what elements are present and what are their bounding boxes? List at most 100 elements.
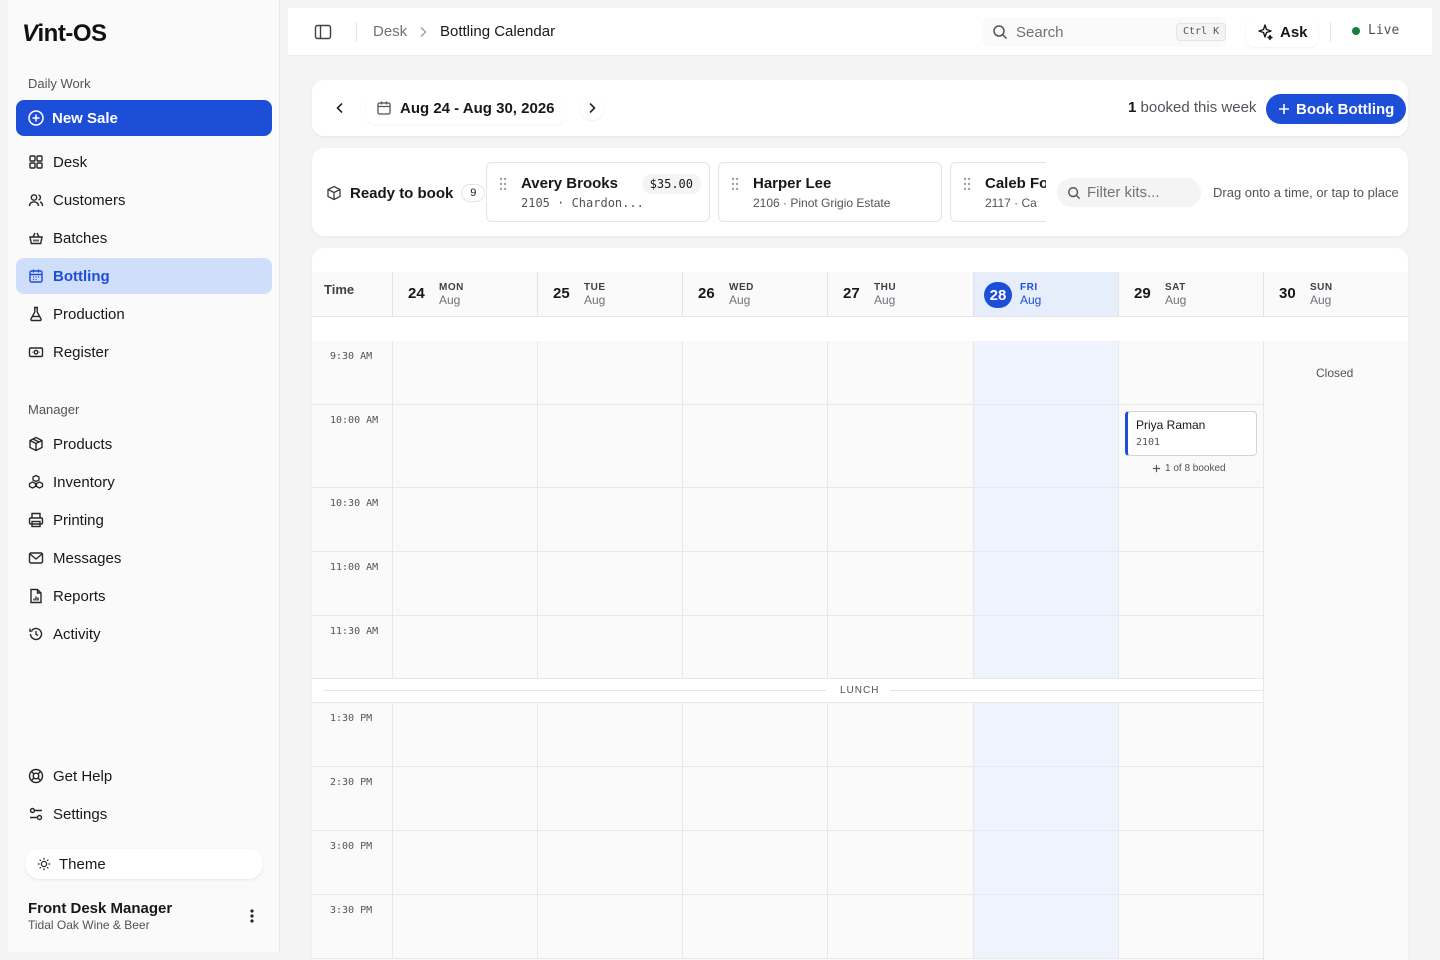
sidebar-item-desk[interactable]: Desk [16,144,272,180]
kit-card[interactable]: Harper Lee 2106 · Pinot Grigio Estate [718,162,942,222]
day-header-tue[interactable]: 25 TUE Aug [537,272,682,316]
slot-cell[interactable] [973,703,1118,766]
slot-cell[interactable] [392,616,537,678]
slot-cell[interactable] [1118,895,1263,958]
slot-cell[interactable] [973,616,1118,678]
slot-cell[interactable] [682,703,827,766]
slot-cell[interactable] [537,405,682,487]
slot-cell[interactable] [827,831,972,894]
sidebar-item-reports[interactable]: Reports [16,578,272,614]
slot-cell[interactable] [827,703,972,766]
drag-handle-icon[interactable] [731,177,739,191]
slot-cell[interactable] [973,488,1118,551]
sidebar-item-activity[interactable]: Activity [16,616,272,652]
slot-cell[interactable] [1118,703,1263,766]
week-range-picker[interactable]: Aug 24 - Aug 30, 2026 [366,92,565,124]
sidebar-toggle-icon[interactable] [314,24,332,40]
drag-handle-icon[interactable] [963,177,971,191]
grid-icon [29,155,43,169]
slot-cell[interactable] [537,703,682,766]
slot-cell[interactable] [537,616,682,678]
app-logo[interactable]: Vint-OS [22,20,107,48]
slot-cell[interactable] [392,703,537,766]
slot-cell[interactable] [682,488,827,551]
slot-cell[interactable] [1118,341,1263,404]
slot-cell[interactable] [1118,552,1263,615]
slot-cell[interactable] [537,895,682,958]
slot-cell[interactable] [682,831,827,894]
time-label: 3:00 PM [330,841,373,852]
day-header-fri-today[interactable]: 28 FRI Aug [973,272,1118,316]
slot-cell[interactable] [537,831,682,894]
divider [356,22,357,42]
breadcrumb-desk[interactable]: Desk [373,23,407,40]
slot-cell[interactable] [682,341,827,404]
slot-cell[interactable] [537,767,682,830]
slot-cell[interactable] [392,488,537,551]
sidebar-item-help[interactable]: Get Help [16,758,272,794]
kit-card[interactable]: Avery Brooks 2105 · Chardon... $35.00 [486,162,710,222]
slot-cell[interactable] [392,405,537,487]
slot-cell[interactable] [973,341,1118,404]
slot-cell[interactable] [827,767,972,830]
slot-cell[interactable] [537,552,682,615]
booking-card[interactable]: Priya Raman 2101 [1125,411,1257,456]
slot-cell[interactable] [682,616,827,678]
kit-card[interactable]: Caleb Fo 2117 · Ca [950,162,1046,222]
slot-cell[interactable] [682,895,827,958]
kit-list[interactable]: Avery Brooks 2105 · Chardon... $35.00 Ha… [486,162,1046,222]
user-name: Front Desk Manager [28,900,173,917]
previous-week-button[interactable] [328,96,352,120]
sidebar-item-products[interactable]: Products [16,426,272,462]
sidebar-item-register[interactable]: Register [16,334,272,370]
day-header-sun[interactable]: 30 SUN Aug [1263,272,1408,316]
slot-cell[interactable] [537,488,682,551]
sidebar-item-batches[interactable]: Batches [16,220,272,256]
sidebar-item-messages[interactable]: Messages [16,540,272,576]
sidebar-item-production[interactable]: Production [16,296,272,332]
add-to-slot-button[interactable]: 1 of 8 booked [1152,463,1226,474]
day-header-mon[interactable]: 24 MON Aug [392,272,537,316]
sidebar-item-settings[interactable]: Settings [16,796,272,832]
slot-cell[interactable] [1118,767,1263,830]
slot-cell[interactable] [973,767,1118,830]
slot-cell[interactable] [973,405,1118,487]
slot-cell[interactable] [537,341,682,404]
slot-cell[interactable] [682,767,827,830]
next-week-button[interactable] [580,96,604,120]
filter-kits-input[interactable]: Filter kits... [1057,178,1201,207]
slot-cell[interactable] [1118,831,1263,894]
slot-cell[interactable] [392,341,537,404]
theme-toggle-button[interactable]: Theme [25,849,263,879]
slot-cell[interactable] [827,895,972,958]
more-vertical-icon[interactable] [244,906,260,926]
day-header-thu[interactable]: 27 THU Aug [827,272,972,316]
slot-cell[interactable] [682,552,827,615]
slot-cell[interactable] [827,341,972,404]
time-row: 10:30 AM [312,488,1408,552]
slot-cell[interactable] [1118,488,1263,551]
sidebar-item-inventory[interactable]: Inventory [16,464,272,500]
slot-cell[interactable] [392,831,537,894]
slot-cell[interactable] [973,895,1118,958]
sidebar-item-customers[interactable]: Customers [16,182,272,218]
new-sale-button[interactable]: New Sale [16,100,272,136]
slot-cell[interactable] [682,405,827,487]
book-bottling-button[interactable]: Book Bottling [1266,94,1407,124]
slot-cell[interactable] [827,552,972,615]
drag-handle-icon[interactable] [499,177,507,191]
slot-cell[interactable] [973,552,1118,615]
ask-button[interactable]: Ask [1246,17,1318,47]
slot-cell[interactable] [1118,616,1263,678]
slot-cell[interactable] [392,552,537,615]
slot-cell[interactable] [827,616,972,678]
sidebar-item-printing[interactable]: Printing [16,502,272,538]
day-header-wed[interactable]: 26 WED Aug [682,272,827,316]
slot-cell[interactable] [392,767,537,830]
slot-cell[interactable] [973,831,1118,894]
slot-cell[interactable] [827,405,972,487]
sidebar-item-bottling[interactable]: Bottling [16,258,272,294]
slot-cell[interactable] [392,895,537,958]
day-header-sat[interactable]: 29 SAT Aug [1118,272,1263,316]
slot-cell[interactable] [827,488,972,551]
